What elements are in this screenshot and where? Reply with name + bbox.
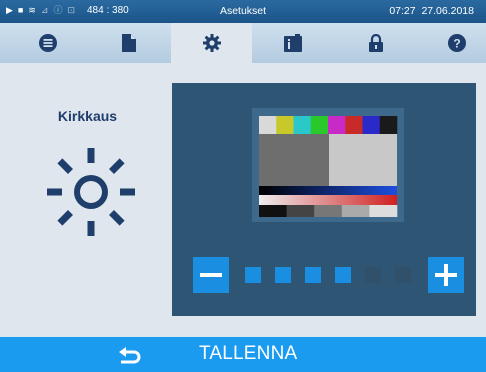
- color-bar: [310, 116, 329, 134]
- minus-icon: [200, 273, 222, 277]
- save-button[interactable]: TALLENNA: [199, 343, 297, 365]
- color-bar: [345, 116, 363, 134]
- svg-text:?: ?: [453, 37, 460, 51]
- brightness-level-pip: [305, 267, 321, 283]
- tab-help[interactable]: ?: [416, 23, 486, 63]
- tab-documents[interactable]: [88, 23, 169, 63]
- sun-icon: [47, 148, 135, 236]
- brightness-level-pip: [335, 267, 351, 283]
- gray-step: [314, 205, 343, 217]
- gray-step: [286, 205, 315, 217]
- back-arrow-icon[interactable]: [117, 344, 143, 366]
- plus-icon: [435, 264, 457, 286]
- color-bar: [293, 116, 312, 134]
- gear-icon: [202, 34, 221, 52]
- lock-icon: [368, 34, 383, 52]
- document-icon: [121, 34, 136, 52]
- date: 27.06.2018: [421, 5, 474, 17]
- clock: 07:27 27.06.2018: [389, 5, 474, 17]
- info-card-icon: [283, 34, 302, 52]
- tab-info[interactable]: [252, 23, 333, 63]
- color-bar: [259, 116, 277, 134]
- gray-step: [259, 205, 287, 217]
- increase-button[interactable]: [428, 257, 464, 293]
- menu-list-icon: [38, 34, 57, 52]
- test-pattern: [259, 116, 398, 217]
- color-bar: [362, 116, 381, 134]
- help-icon: ?: [447, 34, 466, 52]
- brightness-level-pip: [365, 267, 381, 283]
- tab-settings[interactable]: [171, 23, 252, 63]
- decrease-button[interactable]: [193, 257, 229, 293]
- color-bar: [328, 116, 346, 134]
- footer-bar: TALLENNA: [0, 337, 486, 372]
- gray-step: [369, 205, 398, 217]
- gray-step: [341, 205, 370, 217]
- time: 07:27: [389, 5, 416, 17]
- tab-lock[interactable]: [335, 23, 416, 63]
- tab-menu[interactable]: [7, 23, 88, 63]
- brightness-level-pip: [395, 267, 411, 283]
- test-image: [252, 108, 404, 222]
- status-bar: ▶ ■ ≋ ⊿ ⓘ ⊡ 484 : 380 Asetukset 07:27 27…: [0, 0, 486, 23]
- color-bar: [379, 116, 398, 134]
- color-bar: [276, 116, 294, 134]
- brightness-level-pip: [275, 267, 291, 283]
- setting-label: Kirkkaus: [57, 108, 118, 124]
- brightness-level-pip: [245, 267, 261, 283]
- tab-bar: ?: [0, 23, 486, 63]
